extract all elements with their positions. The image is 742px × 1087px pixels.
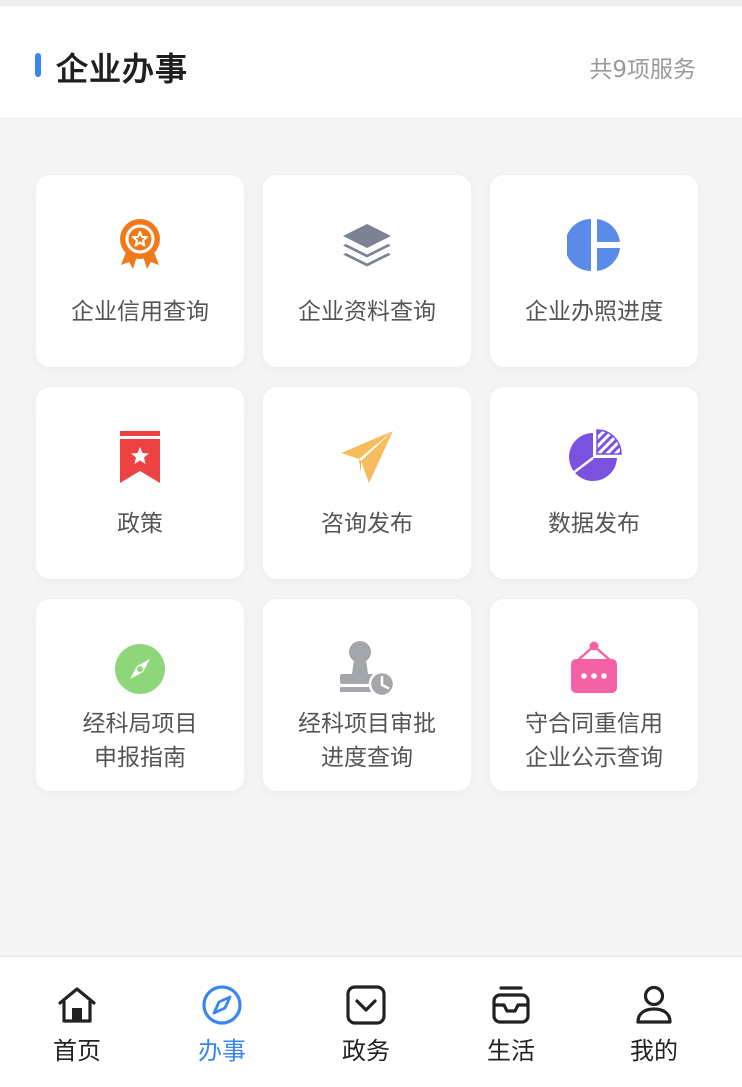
service-label: 经科局项目 申报指南	[45, 707, 235, 775]
award-icon	[110, 215, 170, 275]
compass-icon	[200, 983, 244, 1027]
tab-label: 我的	[630, 1037, 678, 1065]
tab-label: 生活	[487, 1037, 535, 1065]
service-grid: 企业信用查询 企业资料查询 企业办照进度 政策 咨询发布 数据发布 经科局项目 …	[36, 175, 706, 795]
stamp-clock-icon	[337, 639, 397, 699]
service-card-license-progress[interactable]: 企业办照进度	[490, 175, 698, 367]
tab-label: 办事	[198, 1037, 246, 1065]
title-accent-bar	[35, 53, 41, 77]
service-label: 数据发布	[548, 511, 640, 537]
service-card-info-query[interactable]: 企业资料查询	[263, 175, 471, 367]
bottom-tab-bar: 首页 办事 政务 生活 我的	[0, 956, 742, 1087]
service-card-credit-query[interactable]: 企业信用查询	[36, 175, 244, 367]
tab-life[interactable]: 生活	[437, 957, 585, 1087]
service-label-line: 进度查询	[321, 745, 413, 771]
service-count: 共9项服务	[589, 57, 696, 83]
service-label: 经科项目审批 进度查询	[272, 707, 462, 775]
tab-label: 首页	[53, 1037, 101, 1065]
page-header: 企业办事 共9项服务	[0, 6, 742, 119]
service-label: 企业信用查询	[71, 299, 209, 325]
tab-mine[interactable]: 我的	[580, 957, 728, 1087]
bookmark-star-icon	[110, 427, 170, 487]
inbox-check-icon	[344, 983, 388, 1027]
service-card-policy[interactable]: 政策	[36, 387, 244, 579]
service-label-line: 经科局项目	[82, 711, 198, 737]
service-label: 咨询发布	[321, 511, 413, 537]
service-card-approval-progress[interactable]: 经科项目审批 进度查询	[263, 599, 471, 791]
tab-label: 政务	[342, 1037, 390, 1065]
compass-icon	[110, 639, 170, 699]
service-label: 政策	[117, 511, 163, 537]
layers-icon	[337, 215, 397, 275]
service-label-line: 经科项目审批	[298, 711, 436, 737]
user-icon	[632, 983, 676, 1027]
service-label: 企业办照进度	[525, 299, 663, 325]
home-icon	[55, 983, 99, 1027]
service-label-line: 守合同重信用	[525, 711, 663, 737]
service-card-consult-publish[interactable]: 咨询发布	[263, 387, 471, 579]
service-card-contract-credit[interactable]: 守合同重信用 企业公示查询	[490, 599, 698, 791]
paper-plane-icon	[337, 427, 397, 487]
service-card-data-publish[interactable]: 数据发布	[490, 387, 698, 579]
service-card-project-guide[interactable]: 经科局项目 申报指南	[36, 599, 244, 791]
pie-chart-icon	[564, 427, 624, 487]
service-label: 守合同重信用 企业公示查询	[499, 707, 689, 775]
tab-government[interactable]: 政务	[292, 957, 440, 1087]
service-label: 企业资料查询	[298, 299, 436, 325]
tray-icon	[489, 983, 533, 1027]
pie-split-icon	[564, 215, 624, 275]
hanging-sign-icon	[564, 639, 624, 699]
service-label-line: 企业公示查询	[525, 745, 663, 771]
service-label-line: 申报指南	[94, 745, 186, 771]
tab-home[interactable]: 首页	[3, 957, 151, 1087]
tab-services[interactable]: 办事	[148, 957, 296, 1087]
page-title: 企业办事	[56, 50, 189, 88]
